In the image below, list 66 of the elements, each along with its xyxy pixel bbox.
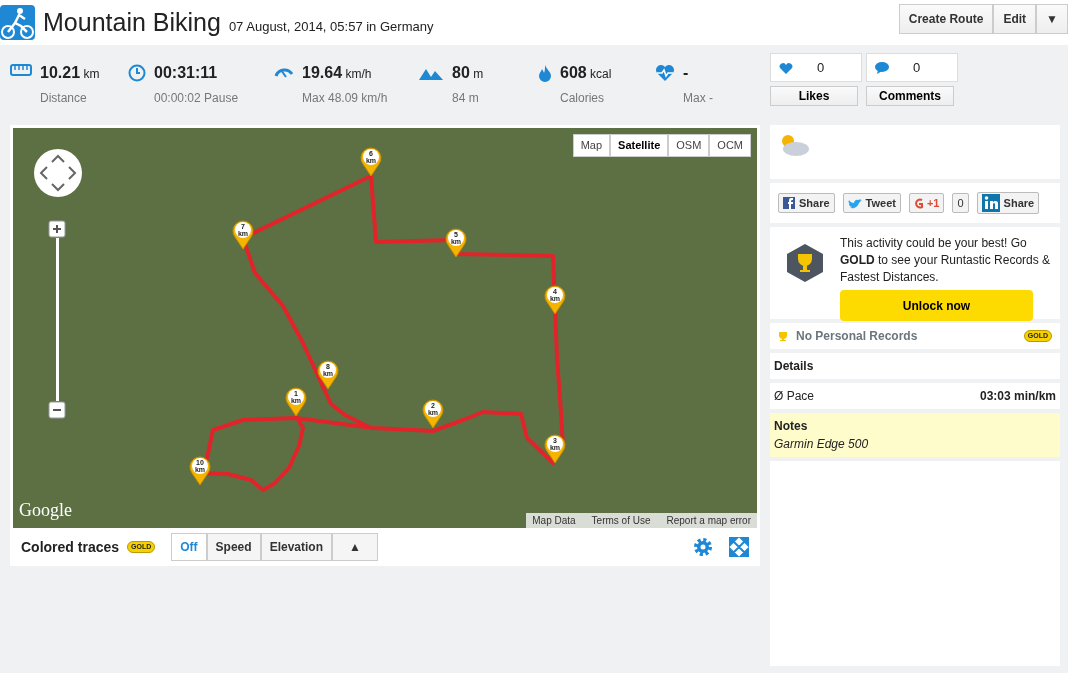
stat-unit: m	[473, 67, 484, 81]
counter-value: 0	[817, 58, 825, 77]
promo-text: This activity could be your best! Go GOLD to see your Runtastic Records & Fastest Distances.	[840, 235, 1052, 286]
pan-control-icon	[33, 148, 83, 198]
speech-bubble-icon	[875, 61, 889, 74]
trace-option[interactable]: Off	[171, 533, 207, 561]
map-footer-link[interactable]: Terms of Use	[591, 513, 651, 528]
stat-label: Max -	[683, 90, 713, 107]
edit-button[interactable]: Edit	[993, 4, 1037, 34]
share-count: 0	[952, 192, 969, 214]
map-type-tab[interactable]: Satellite	[610, 134, 669, 157]
notes-text: Garmin Edge 500	[774, 436, 870, 453]
map-type-tab[interactable]: OCM	[709, 134, 751, 157]
stat-value: 19.64	[302, 64, 343, 81]
unlock-button[interactable]: Unlock now	[840, 290, 1033, 321]
stat-unit: km/h	[345, 67, 372, 81]
records-label: No Personal Records	[796, 328, 918, 345]
map-type-tab[interactable]: Map	[572, 134, 611, 157]
activity-date: 07 August, 2014, 05:57 in Germany	[228, 17, 434, 36]
gear-icon	[693, 537, 713, 557]
stat-unit: km	[83, 67, 100, 81]
in-logo-icon	[981, 194, 1000, 212]
dropdown-button[interactable]: ▼	[1036, 4, 1068, 34]
detail-value: 03:03 min/km	[979, 388, 1056, 405]
trace-option[interactable]: Speed	[206, 533, 261, 561]
stat-value: 10.21	[40, 64, 81, 81]
stat-label: 00:00:02 Pause	[154, 90, 239, 107]
counter-value: 0	[913, 58, 921, 77]
notes-heading: Notes	[774, 418, 809, 435]
activity-title: Mountain Biking	[43, 10, 221, 35]
share-button[interactable]: Share	[976, 192, 1040, 214]
comments-button[interactable]: Comments	[866, 86, 954, 106]
details-heading: Details	[774, 358, 814, 375]
stat-value: 608	[560, 64, 587, 81]
g-logo-icon	[913, 196, 923, 210]
map-logo: Google	[19, 499, 72, 522]
map-footer-link[interactable]: Map Data	[532, 513, 576, 528]
toggle-button[interactable]: ▲	[332, 533, 378, 561]
ruler-icon	[10, 64, 32, 76]
share-button[interactable]: Share	[778, 192, 835, 214]
bird-icon	[847, 197, 862, 209]
detail-label: Ø Pace	[774, 388, 815, 405]
map-footer-link[interactable]: Report a map error	[666, 513, 751, 528]
trace-option[interactable]: Elevation	[260, 533, 332, 561]
map-type-tab[interactable]: OSM	[668, 134, 710, 157]
stat-label: Distance	[40, 90, 88, 107]
heartbeat-icon	[655, 64, 675, 81]
traces-label: Colored traces	[21, 537, 120, 557]
f-logo-icon	[783, 197, 795, 209]
stat-value: 80	[452, 64, 470, 81]
trophy-badge-icon	[786, 243, 824, 283]
create-route-button[interactable]: Create Route	[898, 4, 994, 34]
stat-unit: kcal	[590, 67, 612, 81]
clock-icon	[128, 64, 146, 82]
fullscreen-icon	[729, 537, 749, 557]
likes-button[interactable]: Likes	[770, 86, 858, 106]
stat-value: -	[683, 64, 689, 81]
heart-icon	[779, 61, 793, 74]
stat-label: Calories	[560, 90, 605, 107]
stat-label: 84 m	[452, 90, 480, 107]
share-button[interactable]: Tweet	[842, 192, 901, 214]
stat-value: 00:31:11	[154, 64, 218, 81]
share-button[interactable]: +1	[908, 192, 945, 214]
trophy-icon	[778, 331, 788, 341]
flame-icon	[538, 64, 552, 82]
stat-label: Max 48.09 km/h	[302, 90, 388, 107]
